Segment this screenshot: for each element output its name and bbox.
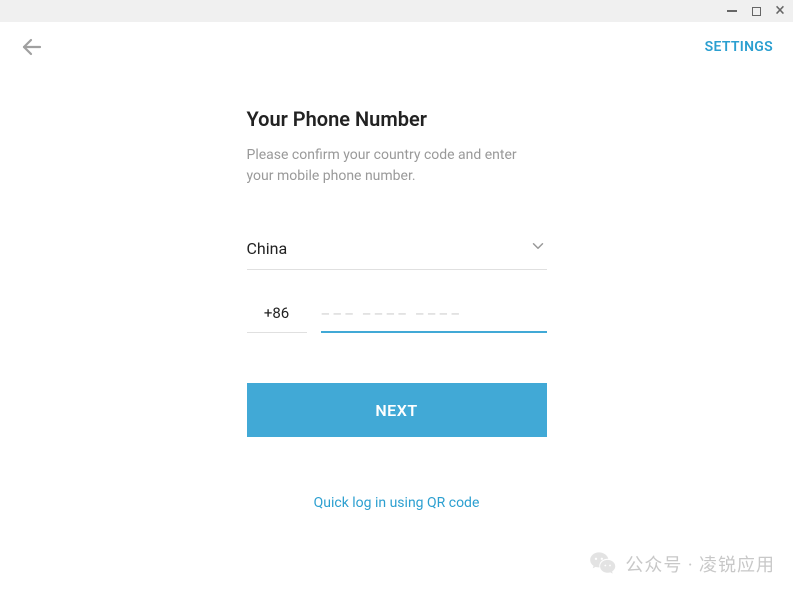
arrow-left-icon [20,35,44,59]
next-button[interactable]: NEXT [247,383,547,437]
settings-link[interactable]: SETTINGS [705,39,773,55]
close-icon: × [775,2,785,20]
page-subtitle: Please confirm your country code and ent… [247,145,547,187]
watermark: 公众号 · 凌锐应用 [589,550,775,578]
app-header: SETTINGS [0,22,793,72]
page-title: Your Phone Number [247,107,547,131]
phone-input-row: +86 [247,304,547,333]
country-selector[interactable]: China [247,237,547,270]
minimize-icon [727,10,737,12]
chevron-down-icon [529,237,547,259]
country-code-field[interactable]: +86 [247,304,307,333]
maximize-icon [752,7,761,16]
qr-code-login-link[interactable]: Quick log in using QR code [247,495,547,511]
main-content: Your Phone Number Please confirm your co… [247,107,547,511]
window-close-button[interactable]: × [773,4,787,18]
wechat-icon [589,550,617,578]
country-selected-label: China [247,239,288,258]
window-minimize-button[interactable] [725,4,739,18]
window-titlebar: × [0,0,793,22]
phone-number-input[interactable] [321,304,547,333]
back-button[interactable] [20,35,44,59]
window-maximize-button[interactable] [749,4,763,18]
watermark-text: 公众号 · 凌锐应用 [625,551,775,577]
